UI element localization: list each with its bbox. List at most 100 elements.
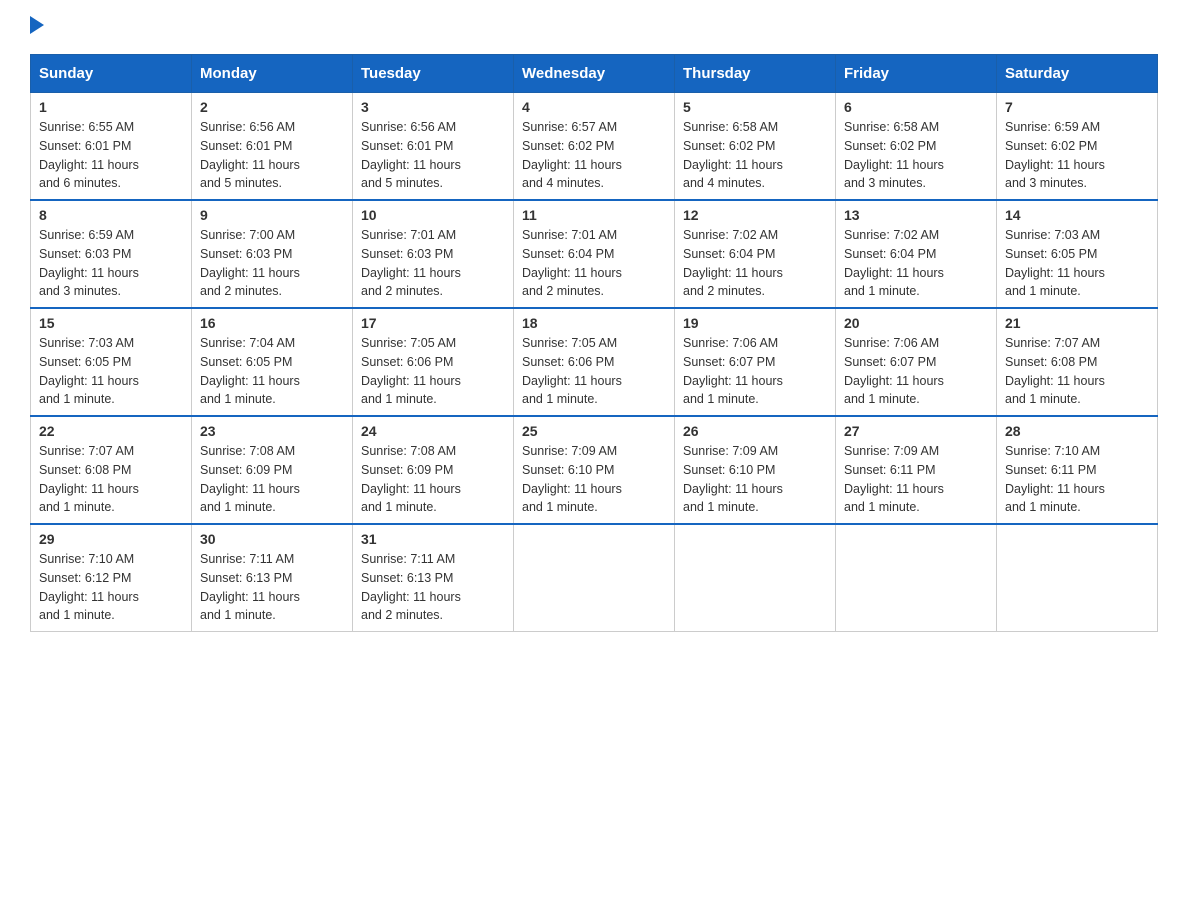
calendar-week-2: 8 Sunrise: 6:59 AMSunset: 6:03 PMDaylight… <box>31 200 1158 308</box>
calendar-cell: 30 Sunrise: 7:11 AMSunset: 6:13 PMDayligh… <box>192 524 353 632</box>
calendar-cell: 15 Sunrise: 7:03 AMSunset: 6:05 PMDayligh… <box>31 308 192 416</box>
calendar-cell: 12 Sunrise: 7:02 AMSunset: 6:04 PMDayligh… <box>675 200 836 308</box>
calendar-cell: 9 Sunrise: 7:00 AMSunset: 6:03 PMDaylight… <box>192 200 353 308</box>
day-info: Sunrise: 7:01 AMSunset: 6:03 PMDaylight:… <box>361 226 505 301</box>
day-info: Sunrise: 7:09 AMSunset: 6:10 PMDaylight:… <box>683 442 827 517</box>
day-info: Sunrise: 7:11 AMSunset: 6:13 PMDaylight:… <box>361 550 505 625</box>
day-number: 6 <box>844 99 988 115</box>
calendar-cell: 2Sunrise: 6:56 AMSunset: 6:01 PMDaylight… <box>192 93 353 201</box>
calendar-cell: 19 Sunrise: 7:06 AMSunset: 6:07 PMDayligh… <box>675 308 836 416</box>
day-number: 7 <box>1005 99 1149 115</box>
calendar-cell: 5 Sunrise: 6:58 AMSunset: 6:02 PMDaylight… <box>675 93 836 201</box>
calendar-cell: 14 Sunrise: 7:03 AMSunset: 6:05 PMDayligh… <box>997 200 1158 308</box>
calendar-table: SundayMondayTuesdayWednesdayThursdayFrid… <box>30 54 1158 632</box>
day-number: 21 <box>1005 315 1149 331</box>
day-number: 25 <box>522 423 666 439</box>
day-number: 1 <box>39 99 183 115</box>
day-info: Sunrise: 7:00 AMSunset: 6:03 PMDaylight:… <box>200 226 344 301</box>
calendar-week-1: 1 Sunrise: 6:55 AMSunset: 6:01 PMDaylight… <box>31 93 1158 201</box>
calendar-cell: 22 Sunrise: 7:07 AMSunset: 6:08 PMDayligh… <box>31 416 192 524</box>
day-info: Sunrise: 7:09 AMSunset: 6:11 PMDaylight:… <box>844 442 988 517</box>
day-number: 29 <box>39 531 183 547</box>
calendar-cell: 21 Sunrise: 7:07 AMSunset: 6:08 PMDayligh… <box>997 308 1158 416</box>
calendar-week-3: 15 Sunrise: 7:03 AMSunset: 6:05 PMDayligh… <box>31 308 1158 416</box>
column-header-thursday: Thursday <box>675 55 836 93</box>
day-info: Sunrise: 7:04 AMSunset: 6:05 PMDaylight:… <box>200 334 344 409</box>
calendar-cell: 24 Sunrise: 7:08 AMSunset: 6:09 PMDayligh… <box>353 416 514 524</box>
day-number: 20 <box>844 315 988 331</box>
day-number: 8 <box>39 207 183 223</box>
calendar-week-5: 29Sunrise: 7:10 AMSunset: 6:12 PMDayligh… <box>31 524 1158 632</box>
day-number: 28 <box>1005 423 1149 439</box>
calendar-cell <box>997 524 1158 632</box>
day-info: Sunrise: 7:03 AMSunset: 6:05 PMDaylight:… <box>39 334 183 409</box>
day-info: Sunrise: 7:07 AMSunset: 6:08 PMDaylight:… <box>39 442 183 517</box>
day-number: 30 <box>200 531 344 547</box>
day-number: 18 <box>522 315 666 331</box>
column-header-tuesday: Tuesday <box>353 55 514 93</box>
calendar-cell: 17 Sunrise: 7:05 AMSunset: 6:06 PMDayligh… <box>353 308 514 416</box>
day-info: Sunrise: 7:03 AMSunset: 6:05 PMDaylight:… <box>1005 226 1149 301</box>
calendar-cell: 8 Sunrise: 6:59 AMSunset: 6:03 PMDaylight… <box>31 200 192 308</box>
day-info: Sunrise: 7:07 AMSunset: 6:08 PMDaylight:… <box>1005 334 1149 409</box>
calendar-cell: 31 Sunrise: 7:11 AMSunset: 6:13 PMDayligh… <box>353 524 514 632</box>
day-info: Sunrise: 6:59 AMSunset: 6:03 PMDaylight:… <box>39 226 183 301</box>
calendar-cell: 1 Sunrise: 6:55 AMSunset: 6:01 PMDaylight… <box>31 93 192 201</box>
day-info: Sunrise: 7:11 AMSunset: 6:13 PMDaylight:… <box>200 550 344 625</box>
calendar-cell: 7 Sunrise: 6:59 AMSunset: 6:02 PMDaylight… <box>997 93 1158 201</box>
calendar-cell: 26 Sunrise: 7:09 AMSunset: 6:10 PMDayligh… <box>675 416 836 524</box>
day-number: 3 <box>361 99 505 115</box>
calendar-header-row: SundayMondayTuesdayWednesdayThursdayFrid… <box>31 55 1158 93</box>
calendar-cell: 13Sunrise: 7:02 AMSunset: 6:04 PMDayligh… <box>836 200 997 308</box>
day-info: Sunrise: 7:05 AMSunset: 6:06 PMDaylight:… <box>361 334 505 409</box>
day-info: Sunrise: 7:08 AMSunset: 6:09 PMDaylight:… <box>361 442 505 517</box>
day-info: Sunrise: 7:06 AMSunset: 6:07 PMDaylight:… <box>683 334 827 409</box>
column-header-sunday: Sunday <box>31 55 192 93</box>
day-info: Sunrise: 7:09 AMSunset: 6:10 PMDaylight:… <box>522 442 666 517</box>
column-header-monday: Monday <box>192 55 353 93</box>
calendar-cell <box>514 524 675 632</box>
calendar-week-4: 22 Sunrise: 7:07 AMSunset: 6:08 PMDayligh… <box>31 416 1158 524</box>
day-number: 12 <box>683 207 827 223</box>
day-info: Sunrise: 7:02 AMSunset: 6:04 PMDaylight:… <box>683 226 827 301</box>
day-number: 2 <box>200 99 344 115</box>
calendar-cell: 20 Sunrise: 7:06 AMSunset: 6:07 PMDayligh… <box>836 308 997 416</box>
column-header-saturday: Saturday <box>997 55 1158 93</box>
day-number: 19 <box>683 315 827 331</box>
calendar-cell: 11Sunrise: 7:01 AMSunset: 6:04 PMDayligh… <box>514 200 675 308</box>
day-number: 22 <box>39 423 183 439</box>
day-number: 24 <box>361 423 505 439</box>
day-number: 15 <box>39 315 183 331</box>
logo <box>30 20 44 34</box>
day-number: 17 <box>361 315 505 331</box>
day-number: 16 <box>200 315 344 331</box>
day-number: 5 <box>683 99 827 115</box>
day-number: 23 <box>200 423 344 439</box>
day-info: Sunrise: 6:56 AMSunset: 6:01 PMDaylight:… <box>361 118 505 193</box>
calendar-cell: 27Sunrise: 7:09 AMSunset: 6:11 PMDayligh… <box>836 416 997 524</box>
calendar-cell: 16 Sunrise: 7:04 AMSunset: 6:05 PMDayligh… <box>192 308 353 416</box>
day-info: Sunrise: 6:59 AMSunset: 6:02 PMDaylight:… <box>1005 118 1149 193</box>
calendar-cell: 6 Sunrise: 6:58 AMSunset: 6:02 PMDaylight… <box>836 93 997 201</box>
day-info: Sunrise: 7:06 AMSunset: 6:07 PMDaylight:… <box>844 334 988 409</box>
day-info: Sunrise: 6:58 AMSunset: 6:02 PMDaylight:… <box>683 118 827 193</box>
calendar-cell: 25 Sunrise: 7:09 AMSunset: 6:10 PMDayligh… <box>514 416 675 524</box>
calendar-cell: 3 Sunrise: 6:56 AMSunset: 6:01 PMDaylight… <box>353 93 514 201</box>
day-info: Sunrise: 7:02 AMSunset: 6:04 PMDaylight:… <box>844 226 988 301</box>
day-number: 11 <box>522 207 666 223</box>
calendar-cell <box>675 524 836 632</box>
day-number: 31 <box>361 531 505 547</box>
column-header-wednesday: Wednesday <box>514 55 675 93</box>
day-number: 10 <box>361 207 505 223</box>
logo-arrow-icon <box>30 16 44 34</box>
day-number: 9 <box>200 207 344 223</box>
day-info: Sunrise: 6:55 AMSunset: 6:01 PMDaylight:… <box>39 118 183 193</box>
day-info: Sunrise: 6:57 AMSunset: 6:02 PMDaylight:… <box>522 118 666 193</box>
day-info: Sunrise: 7:08 AMSunset: 6:09 PMDaylight:… <box>200 442 344 517</box>
day-number: 4 <box>522 99 666 115</box>
day-number: 26 <box>683 423 827 439</box>
calendar-cell: 4 Sunrise: 6:57 AMSunset: 6:02 PMDaylight… <box>514 93 675 201</box>
calendar-cell: 29Sunrise: 7:10 AMSunset: 6:12 PMDayligh… <box>31 524 192 632</box>
day-number: 14 <box>1005 207 1149 223</box>
day-info: Sunrise: 6:58 AMSunset: 6:02 PMDaylight:… <box>844 118 988 193</box>
